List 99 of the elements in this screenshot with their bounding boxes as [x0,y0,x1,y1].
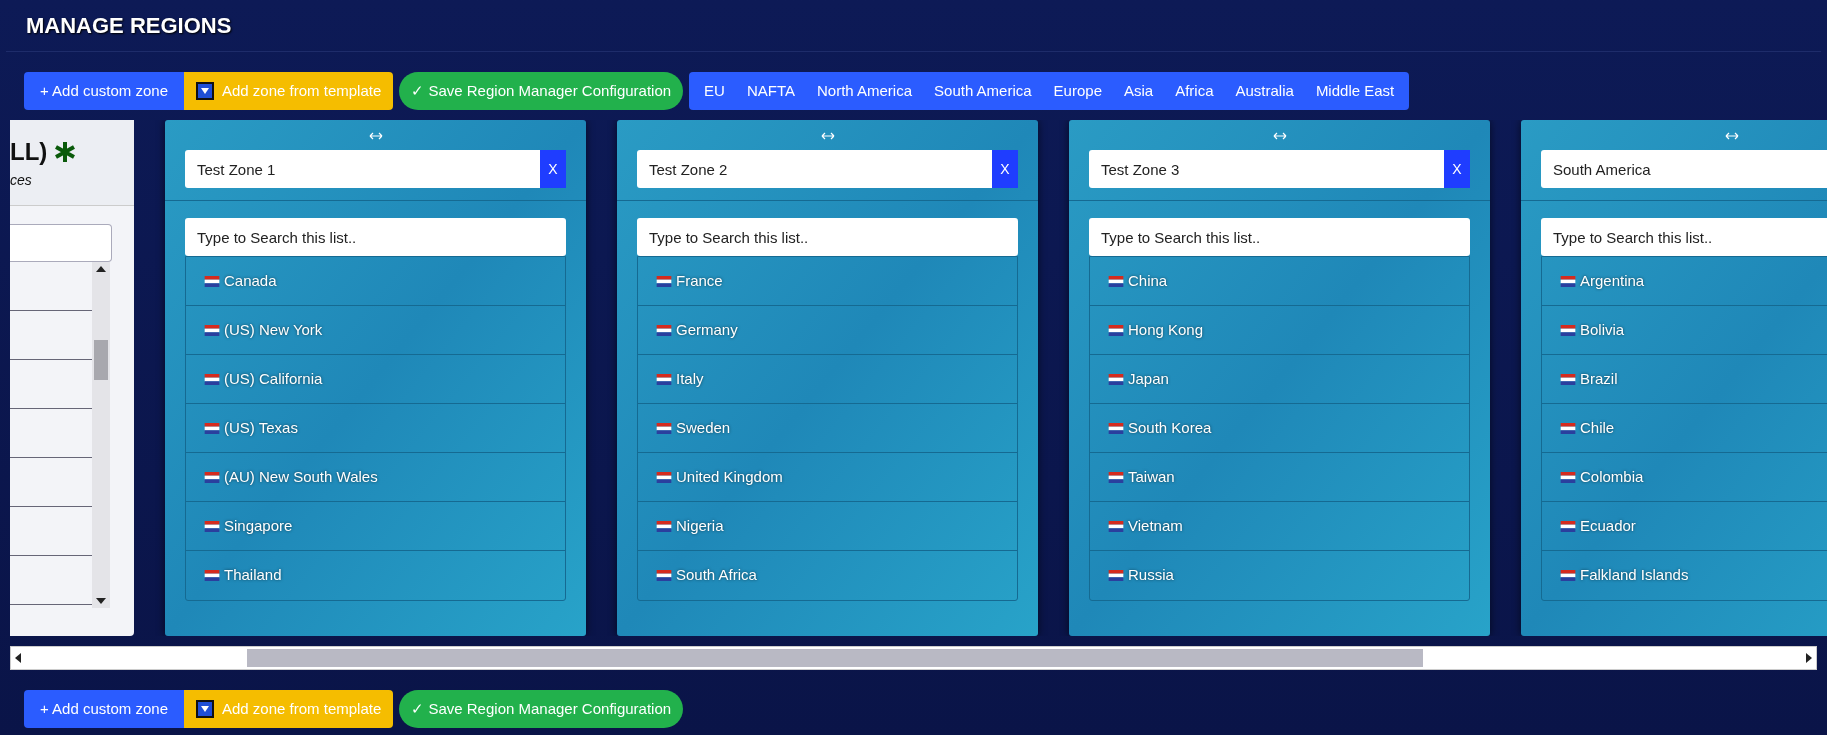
flag-icon [656,570,672,581]
dropdown-icon [196,700,214,718]
country-list-item[interactable]: (US) Texas [224,416,298,440]
template-button[interactable]: Asia [1113,72,1165,110]
country-list-item[interactable]: (AU) New South Wales [224,465,378,489]
country-list-item[interactable]: Argentina [1580,269,1645,293]
country-list-item[interactable]: Sweden [676,416,731,440]
save-configuration-button[interactable]: ✓ Save Region Manager Configuration [399,690,684,728]
flag-icon [204,520,220,532]
save-configuration-button[interactable]: ✓ Save Region Manager Configuration [399,72,684,110]
list-search-field[interactable]: Type to Search this list.. [1541,218,1827,256]
flag-icon [1108,324,1124,336]
country-list-item[interactable]: Italy [676,367,704,391]
resize-icon[interactable] [1272,132,1287,140]
resize-icon[interactable] [368,132,383,140]
country-list-item[interactable]: Vietnam [1128,514,1183,538]
country-list-item[interactable]: Hong Kong [1128,318,1204,342]
page-title: MANAGE REGIONS [26,12,232,40]
panel-title: LL) [10,137,48,167]
country-list-item[interactable]: (US) New York [224,318,323,342]
flag-icon [656,373,672,385]
flag-icon [1108,471,1124,483]
template-button[interactable]: EU [693,72,736,110]
flag-icon [1108,275,1124,287]
remove-zone-button[interactable]: X [540,150,566,188]
remove-zone-button[interactable]: X [992,150,1018,188]
country-list-item[interactable]: Chile [1580,416,1615,440]
template-button[interactable]: North America [806,72,924,110]
country-list-item[interactable]: Singapore [224,514,293,538]
flag-icon [1560,520,1576,532]
list-search-field[interactable]: Type to Search this list.. [637,218,1018,256]
country-list-item[interactable]: Russia [1128,564,1174,587]
template-button[interactable]: Africa [1164,72,1225,110]
country-list-item[interactable]: Brazil [1580,367,1618,391]
zone-name-field[interactable]: South America [1541,150,1827,188]
flag-icon [1560,422,1576,434]
flag-icon [1560,471,1576,483]
country-list-item[interactable]: Germany [676,318,738,342]
country-list-item[interactable]: Nigeria [676,514,724,538]
scrollbar-thumb[interactable] [247,649,1423,667]
zone-name-field[interactable]: Test Zone 1 [185,150,540,188]
list-search-field[interactable]: Type to Search this list.. [185,218,566,256]
country-list-item[interactable]: South Korea [1128,416,1212,440]
resize-icon[interactable] [820,132,835,140]
template-button[interactable]: Europe [1042,72,1113,110]
country-list-item[interactable]: Canada [224,269,277,293]
remove-zone-button[interactable]: X [1444,150,1470,188]
flag-icon [204,471,220,483]
country-list-item[interactable]: (US) California [224,367,323,391]
flag-icon [656,275,672,287]
country-list-item[interactable]: Ecuador [1580,514,1636,538]
vertical-scrollbar[interactable] [92,262,110,608]
flag-icon [1560,373,1576,385]
flag-icon [1108,570,1124,581]
flag-icon [1560,324,1576,336]
flag-icon [204,570,220,581]
zone-name-field[interactable]: Test Zone 3 [1089,150,1444,188]
flag-icon [656,324,672,336]
list-search-field[interactable]: Type to Search this list.. [1089,218,1470,256]
flag-icon [656,471,672,483]
flag-icon [204,275,220,287]
country-list-item[interactable]: Thailand [224,564,282,587]
country-list-item[interactable]: France [676,269,723,293]
flag-icon [1560,570,1576,581]
country-list-item[interactable]: Japan [1128,367,1169,391]
template-button[interactable]: NAFTA [735,72,806,110]
scroll-left-icon[interactable] [15,653,21,663]
asterisk-icon [53,140,78,164]
flag-icon [1108,373,1124,385]
scroll-down-icon[interactable] [96,598,106,604]
scroll-up-icon[interactable] [96,266,106,272]
resize-icon[interactable] [1724,132,1739,140]
country-list-item[interactable]: Bolivia [1580,318,1625,342]
horizontal-scrollbar[interactable] [10,646,1817,670]
add-custom-zone-button[interactable]: + Add custom zone [24,72,184,110]
flag-icon [656,520,672,532]
panel-search-field[interactable] [10,224,112,262]
scroll-right-icon[interactable] [1806,653,1812,663]
country-list-item[interactable]: Colombia [1580,465,1644,489]
flag-icon [1108,422,1124,434]
flag-icon [1560,275,1576,287]
flag-icon [656,422,672,434]
country-list-item[interactable]: South Africa [676,564,757,587]
flag-icon [204,373,220,385]
country-list-item[interactable]: United Kingdom [676,465,783,489]
country-list-item[interactable]: China [1128,269,1168,293]
template-button[interactable]: South America [923,72,1043,110]
scrollbar-thumb[interactable] [94,340,108,380]
country-list-item[interactable]: Taiwan [1128,465,1175,489]
template-button[interactable]: Middle East [1304,72,1406,110]
zone-name-field[interactable]: Test Zone 2 [637,150,992,188]
dropdown-icon [196,82,214,100]
add-custom-zone-button[interactable]: + Add custom zone [24,690,184,728]
country-list-item[interactable]: Falkland Islands [1580,564,1689,587]
flag-icon [204,422,220,434]
flag-icon [1108,520,1124,532]
panel-subtitle: ces [10,171,33,190]
template-button[interactable]: Australia [1224,72,1305,110]
flag-icon [204,324,220,336]
